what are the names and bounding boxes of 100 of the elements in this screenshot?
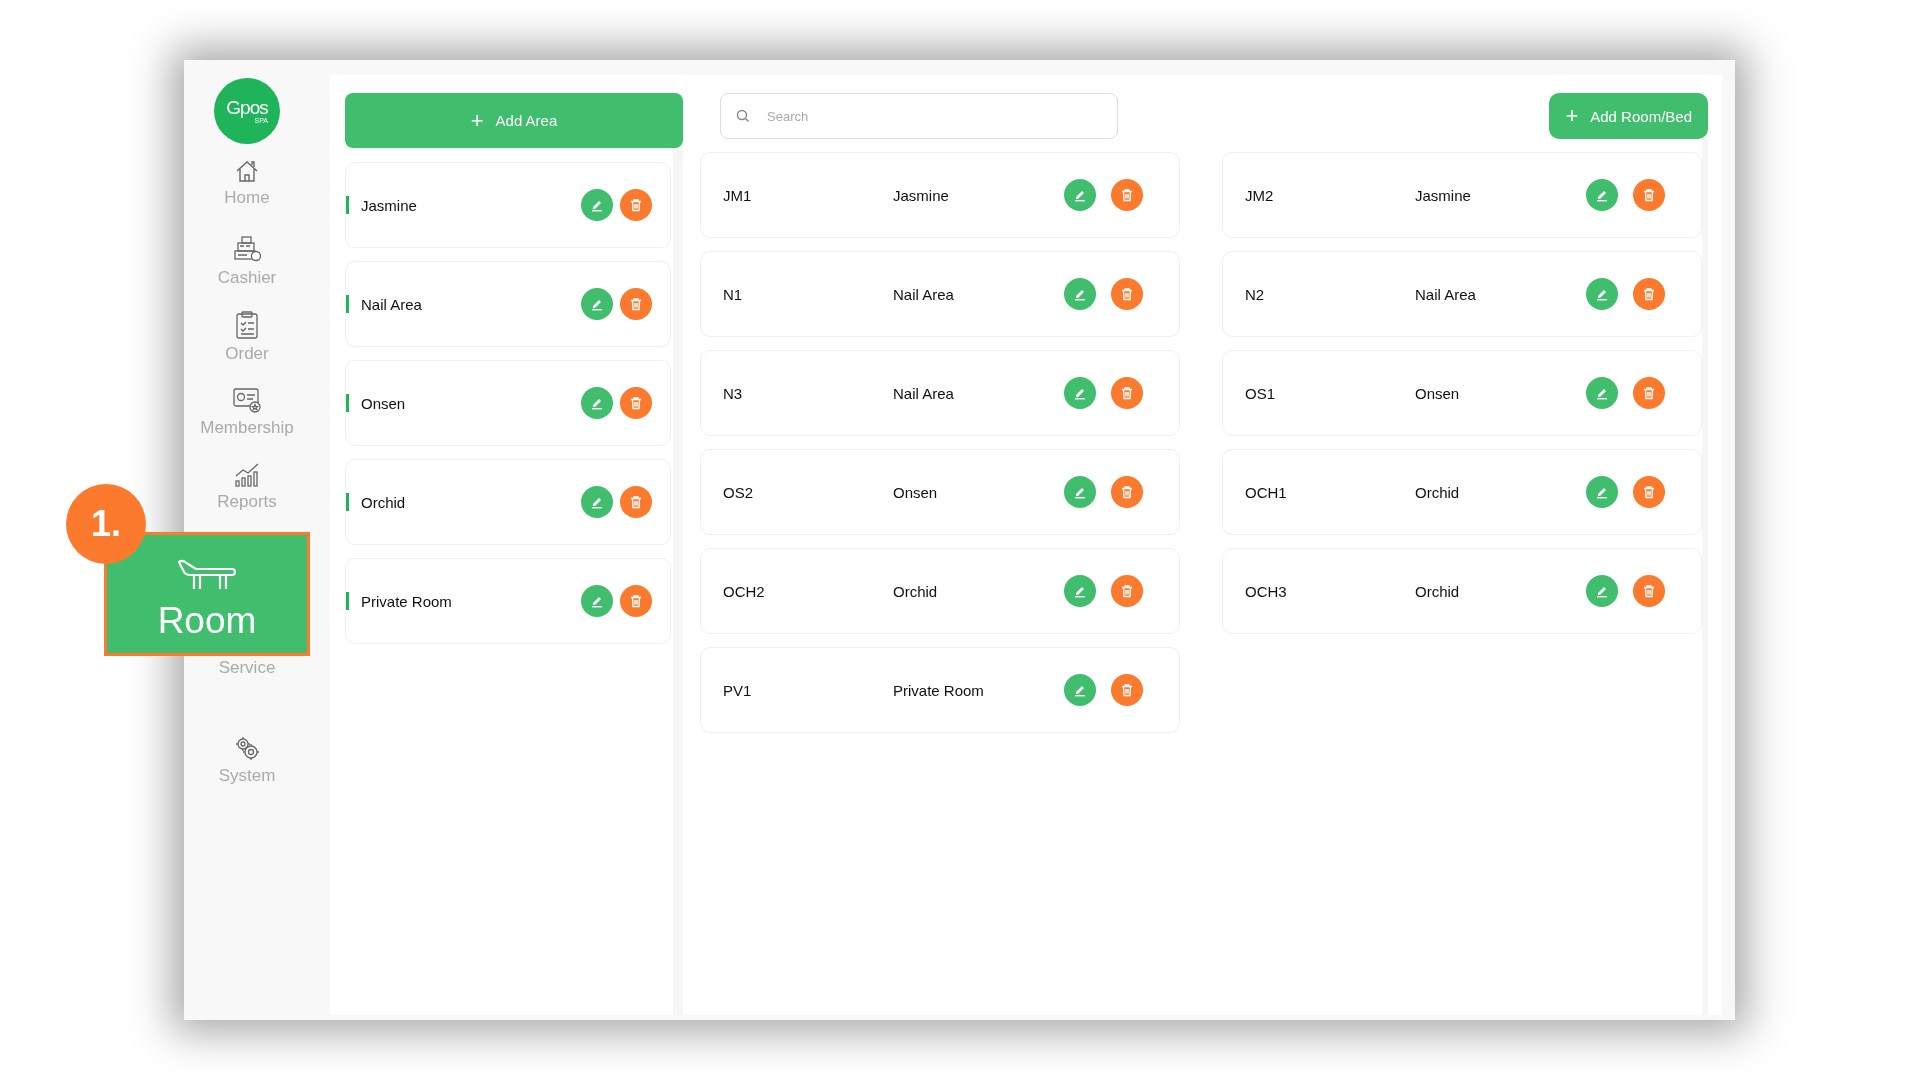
delete-button[interactable] [1111,575,1143,607]
room-card[interactable]: OS2 Onsen [700,449,1180,535]
gears-icon [233,734,261,762]
room-code: N1 [723,285,744,303]
room-area: Orchid [1415,483,1586,501]
room-card[interactable]: N3 Nail Area [700,350,1180,436]
edit-button[interactable] [1064,575,1096,607]
area-card[interactable]: Nail Area [345,261,671,347]
room-card[interactable]: OCH1 Orchid [1222,449,1702,535]
delete-button[interactable] [1111,179,1143,211]
pencil-icon [590,594,604,608]
trash-icon [1642,287,1656,301]
search-icon [736,109,750,123]
edit-button[interactable] [1064,674,1096,706]
pencil-icon [590,396,604,410]
room-card[interactable]: JM2 Jasmine [1222,152,1702,238]
delete-button[interactable] [620,288,652,320]
edit-button[interactable] [1064,278,1096,310]
edit-button[interactable] [1586,377,1618,409]
delete-button[interactable] [620,189,652,221]
delete-button[interactable] [1633,476,1665,508]
pencil-icon [1073,188,1087,202]
delete-button[interactable] [620,486,652,518]
trash-icon [629,396,643,410]
trash-icon [1642,584,1656,598]
delete-button[interactable] [1111,476,1143,508]
room-area: Nail Area [893,285,1064,303]
pencil-icon [1073,287,1087,301]
pencil-icon [1595,386,1609,400]
member-card-icon [232,386,262,414]
search-field[interactable]: Search [720,93,1118,139]
trash-icon [1120,584,1134,598]
area-name: Orchid [361,493,407,511]
room-code: PV1 [723,681,753,699]
pencil-icon [590,198,604,212]
room-area: Onsen [1415,384,1586,402]
delete-button[interactable] [1111,674,1143,706]
trash-icon [629,594,643,608]
delete-button[interactable] [620,387,652,419]
edit-button[interactable] [1586,575,1618,607]
edit-button[interactable] [581,585,613,617]
step-badge: 1. [66,484,146,564]
edit-button[interactable] [581,486,613,518]
room-card[interactable]: OCH3 Orchid [1222,548,1702,634]
pencil-icon [1595,188,1609,202]
room-card[interactable]: JM1 Jasmine [700,152,1180,238]
trash-icon [1120,287,1134,301]
room-card[interactable]: PV1 Private Room [700,647,1180,733]
delete-button[interactable] [1111,278,1143,310]
room-code: OS2 [723,483,754,501]
pencil-icon [1073,485,1087,499]
delete-button[interactable] [1633,179,1665,211]
edit-button[interactable] [1064,377,1096,409]
room-card[interactable]: N1 Nail Area [700,251,1180,337]
pencil-icon [590,495,604,509]
trash-icon [629,495,643,509]
room-code: OS1 [1245,384,1276,402]
room-area: Nail Area [1415,285,1586,303]
delete-button[interactable] [1111,377,1143,409]
edit-button[interactable] [1064,476,1096,508]
room-code: N3 [723,384,744,402]
room-card[interactable]: N2 Nail Area [1222,251,1702,337]
room-code: OCH2 [723,582,766,600]
edit-button[interactable] [581,387,613,419]
area-card[interactable]: Onsen [345,360,671,446]
room-area: Jasmine [893,186,1064,204]
room-area: Onsen [893,483,1064,501]
area-card[interactable]: Jasmine [345,162,671,248]
pencil-icon [1595,584,1609,598]
room-card[interactable]: OS1 Onsen [1222,350,1702,436]
pencil-icon [1595,287,1609,301]
trash-icon [1120,485,1134,499]
room-card[interactable]: OCH2 Orchid [700,548,1180,634]
area-card[interactable]: Private Room [345,558,671,644]
trash-icon [1642,485,1656,499]
area-name: Jasmine [361,196,418,214]
pencil-icon [1073,683,1087,697]
edit-button[interactable] [581,189,613,221]
area-card[interactable]: Orchid [345,459,671,545]
edit-button[interactable] [581,288,613,320]
delete-button[interactable] [620,585,652,617]
edit-button[interactable] [1586,179,1618,211]
trash-icon [629,198,643,212]
clipboard-icon [234,310,260,340]
delete-button[interactable] [1633,575,1665,607]
area-name: Nail Area [361,295,423,313]
room-code: OCH1 [1245,483,1288,501]
trash-icon [1120,386,1134,400]
room-code: OCH3 [1245,582,1288,600]
edit-button[interactable] [1586,278,1618,310]
edit-button[interactable] [1064,179,1096,211]
room-area: Nail Area [893,384,1064,402]
edit-button[interactable] [1586,476,1618,508]
cash-register-icon [232,234,262,264]
delete-button[interactable] [1633,278,1665,310]
delete-button[interactable] [1633,377,1665,409]
nav-label: Room [157,601,257,639]
pencil-icon [1595,485,1609,499]
room-area: Orchid [893,582,1064,600]
house-icon [234,158,260,184]
